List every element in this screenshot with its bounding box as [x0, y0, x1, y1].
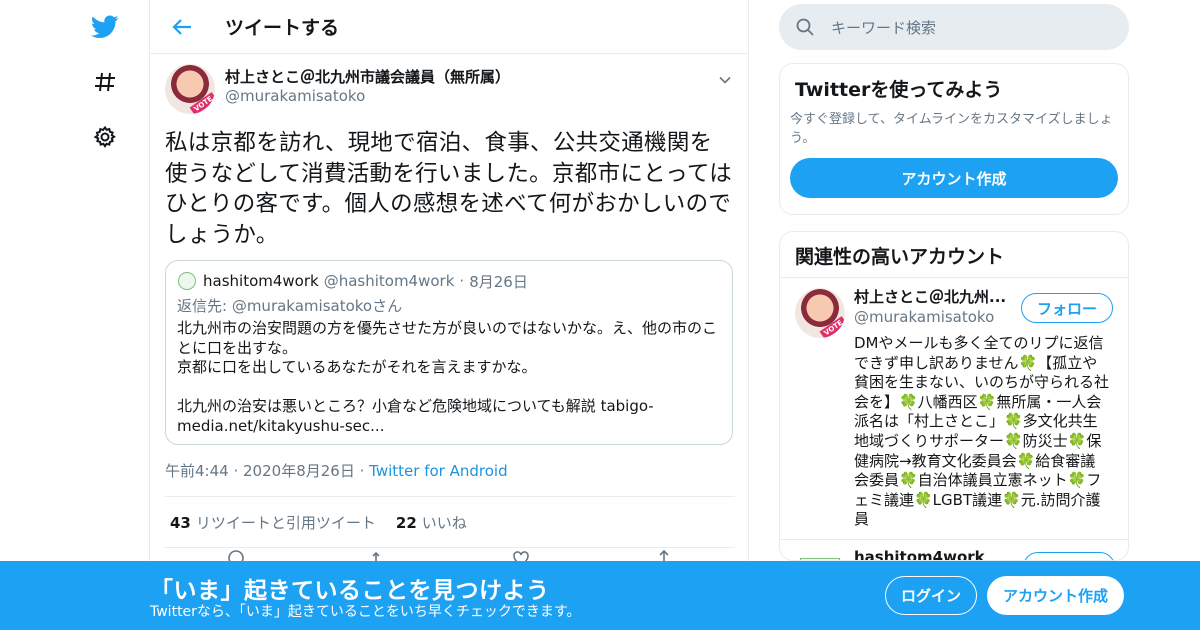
- avatar-badge: VOTE: [819, 316, 845, 338]
- tweet-meta: 午前4:44 · 2020年8月26日 · Twitter for Androi…: [165, 462, 508, 480]
- banner-subtitle: Twitterなら、「いま」起きていることをいち早くチェックできます。: [150, 604, 581, 620]
- create-account-button[interactable]: アカウント作成: [790, 158, 1118, 198]
- account-item[interactable]: VOTE 村上さとこ＠北九州... @murakamisatoko DMやメール…: [780, 278, 1128, 540]
- account-bio: DMやメールも多く全てのリプに返信できず申し訳ありません🍀【孤立や貧困を生まない…: [854, 334, 1110, 529]
- follow-button[interactable]: フォロー: [1021, 293, 1113, 323]
- left-nav: [80, 0, 130, 630]
- avatar-badge: VOTE: [189, 92, 215, 114]
- retweet-label: リツイートと引用ツイート: [195, 513, 376, 532]
- like-count-link[interactable]: 22 いいね: [396, 512, 467, 533]
- login-button[interactable]: ログイン: [885, 576, 977, 615]
- tweet-date[interactable]: 2020年8月26日: [243, 462, 355, 480]
- search-icon: [796, 18, 814, 36]
- account-item[interactable]: hashitom4work: [780, 539, 1128, 560]
- follow-button[interactable]: [1023, 552, 1115, 560]
- like-count: 22: [395, 513, 417, 532]
- quoted-avatar: [178, 272, 196, 290]
- account-name[interactable]: 村上さとこ＠北九州...: [854, 288, 1014, 307]
- search-input[interactable]: キーワード検索: [779, 4, 1129, 50]
- signup-button[interactable]: アカウント作成: [987, 576, 1124, 615]
- author-name[interactable]: 村上さとこ＠北九州市議会議員（無所属）: [225, 68, 510, 86]
- tweet-source[interactable]: Twitter for Android: [369, 462, 507, 480]
- tweet: VOTE 村上さとこ＠北九州市議会議員（無所属） @murakamisatoko…: [150, 54, 748, 567]
- author-handle[interactable]: @murakamisatoko: [225, 86, 510, 106]
- quoted-text: 北九州市の治安問題の方を優先させた方が良いのではないかな。え、他の市のことに口を…: [177, 319, 718, 435]
- signup-banner: 「いま」起きていることを見つけよう Twitterなら、「いま」起きていることを…: [0, 561, 1200, 630]
- chevron-down-icon[interactable]: [718, 72, 732, 86]
- twitter-bird-icon[interactable]: [90, 12, 120, 42]
- quoted-date: 8月26日: [469, 272, 528, 291]
- signup-card-desc: 今すぐ登録して、タイムラインをカスタマイズしましょう。: [790, 112, 1113, 146]
- quoted-dot: ·: [459, 272, 465, 290]
- tweet-text: 私は京都を訪れ、現地で宿泊、食事、公共交通機関を使うなどして消費活動を行いました…: [165, 130, 733, 248]
- tweet-author: VOTE 村上さとこ＠北九州市議会議員（無所属） @murakamisatoko: [165, 64, 733, 120]
- tweet-stats: 43 リツイートと引用ツイート 22 いいね: [165, 497, 733, 547]
- quoted-tweet[interactable]: hashitom4work @hashitom4work · 8月26日 返信先…: [165, 260, 733, 445]
- search-placeholder: キーワード検索: [831, 18, 937, 37]
- signup-card: Twitterを使ってみよう 今すぐ登録して、タイムラインをカスタマイズしましょ…: [779, 63, 1129, 215]
- page-title: ツイートする: [225, 17, 340, 39]
- quoted-reply-to: 返信先: @murakamisatokoさん: [177, 297, 403, 315]
- retweet-count: 43: [170, 513, 191, 532]
- main-column: ツイートする VOTE 村上さとこ＠北九州市議会議員（無所属） @murakam…: [149, 0, 749, 630]
- signup-card-title: Twitterを使ってみよう: [795, 79, 1003, 101]
- account-name[interactable]: hashitom4work: [854, 548, 985, 560]
- avatar[interactable]: VOTE: [165, 64, 215, 114]
- hashtag-icon[interactable]: [90, 67, 120, 97]
- related-accounts-title: 関連性の高いアカウント: [780, 232, 1128, 278]
- related-accounts-card: 関連性の高いアカウント VOTE 村上さとこ＠北九州... @murakamis…: [779, 231, 1129, 561]
- tweet-time[interactable]: 午前4:44: [165, 462, 229, 480]
- avatar[interactable]: VOTE: [795, 288, 845, 338]
- quoted-author-name: hashitom4work: [203, 272, 319, 290]
- page-header: ツイートする: [150, 0, 748, 54]
- like-label: いいね: [421, 513, 467, 532]
- gear-icon[interactable]: [90, 122, 120, 152]
- retweet-count-link[interactable]: 43 リツイートと引用ツイート: [170, 512, 376, 533]
- banner-title: 「いま」起きていることを見つけよう: [150, 578, 550, 604]
- back-arrow-icon[interactable]: [167, 12, 197, 42]
- quoted-author-handle: @hashitom4work: [323, 272, 455, 290]
